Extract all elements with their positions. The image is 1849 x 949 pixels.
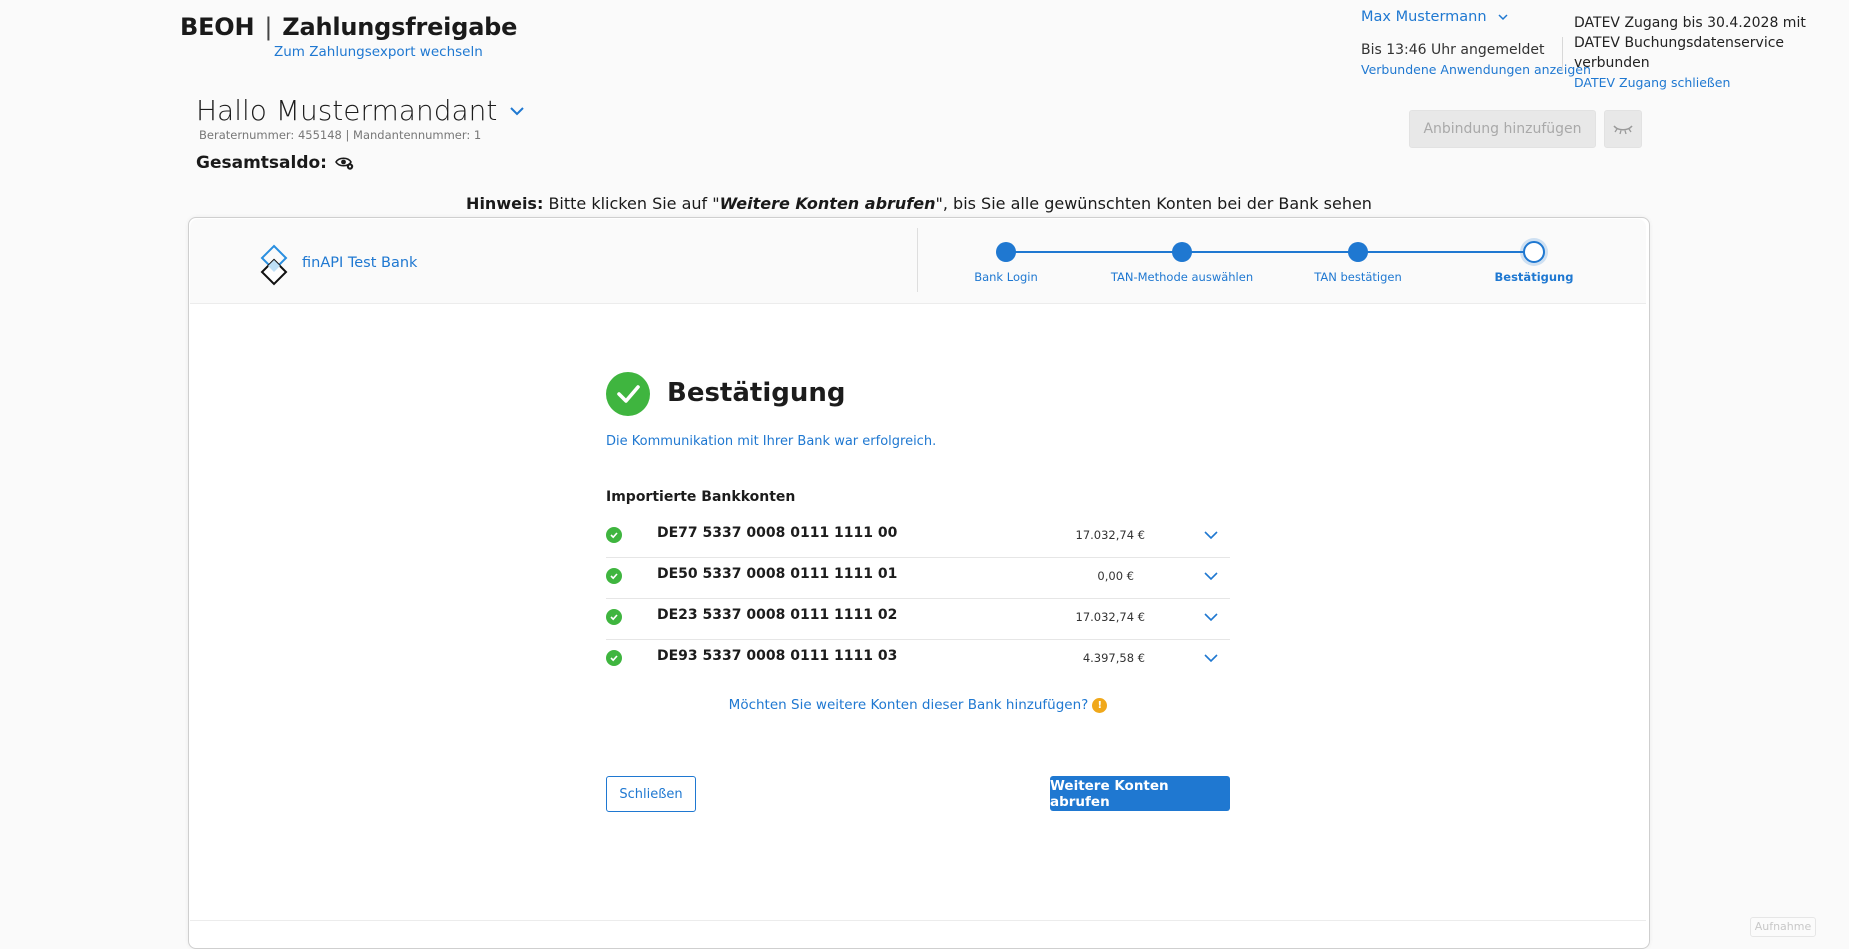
- chevron-down-icon: [1498, 14, 1508, 21]
- account-row: DE23 5337 0008 0111 1111 02 17.032,74 €: [606, 598, 1230, 640]
- step-dot-tan-method: [1172, 242, 1192, 262]
- user-name: Max Mustermann: [1361, 9, 1487, 25]
- account-iban: DE23 5337 0008 0111 1111 02: [657, 607, 898, 623]
- hide-balance-button[interactable]: [1604, 110, 1642, 148]
- imported-accounts-title: Importierte Bankkonten: [606, 489, 796, 505]
- hint-banner: Hinweis: Bitte klicken Sie auf "Weitere …: [0, 194, 1838, 213]
- hint-label: Hinweis:: [466, 194, 544, 213]
- user-block: Max Mustermann Bis 13:46 Uhr angemeldet …: [1361, 6, 1591, 77]
- eye-settings-icon[interactable]: [335, 155, 355, 171]
- step-label-tan-confirm: TAN bestätigen: [1314, 270, 1402, 284]
- chevron-down-icon[interactable]: [1202, 608, 1220, 626]
- hint-emphasis: Weitere Konten abrufen: [719, 194, 936, 213]
- step-label-confirmation: Bestätigung: [1494, 270, 1574, 284]
- datev-close-link[interactable]: DATEV Zugang schließen: [1574, 73, 1824, 93]
- chevron-down-icon[interactable]: [1202, 526, 1220, 544]
- account-row: DE93 5337 0008 0111 1111 03 4.397,58 €: [606, 639, 1230, 680]
- app-title: Zahlungsfreigabe: [282, 13, 518, 41]
- switch-to-payment-export-link[interactable]: Zum Zahlungsexport wechseln: [274, 44, 483, 60]
- bank-logo-icon: [260, 244, 288, 286]
- step-label-tan-method: TAN-Methode auswählen: [1110, 270, 1254, 284]
- check-icon: [606, 568, 622, 584]
- chevron-down-icon[interactable]: [1202, 567, 1220, 585]
- more-accounts-link[interactable]: Möchten Sie weitere Konten dieser Bank h…: [729, 697, 1089, 713]
- chevron-down-icon: [510, 106, 525, 115]
- total-balance: Gesamtsaldo:: [196, 153, 355, 173]
- check-icon: [606, 609, 622, 625]
- recording-indicator: Aufnahme: [1750, 917, 1816, 937]
- datev-info: DATEV Zugang bis 30.4.2028 mit DATEV Buc…: [1574, 15, 1806, 71]
- step-dot-confirmation: [1523, 241, 1545, 263]
- account-amount: 17.032,74 €: [1075, 610, 1146, 624]
- add-connection-button[interactable]: Anbindung hinzufügen: [1409, 110, 1596, 148]
- chevron-down-icon[interactable]: [1202, 649, 1220, 667]
- brand-separator: |: [264, 13, 273, 41]
- confirmation-title: Bestätigung: [667, 378, 846, 408]
- card-footer-divider: [190, 920, 1646, 921]
- fetch-more-accounts-button[interactable]: Weitere Konten abrufen: [1050, 776, 1230, 811]
- account-iban: DE77 5337 0008 0111 1111 00: [657, 525, 898, 541]
- account-row: DE77 5337 0008 0111 1111 00 17.032,74 €: [606, 516, 1230, 558]
- user-menu[interactable]: Max Mustermann: [1361, 6, 1591, 28]
- bank-name: finAPI Test Bank: [302, 255, 418, 271]
- account-amount: 0,00 €: [1097, 569, 1134, 583]
- step-label-bank-login: Bank Login: [974, 270, 1038, 284]
- step-dot-bank-login: [996, 242, 1016, 262]
- balance-label: Gesamtsaldo:: [196, 153, 327, 173]
- datev-block: DATEV Zugang bis 30.4.2028 mit DATEV Buc…: [1574, 13, 1824, 93]
- brand-name: BEOH: [180, 13, 255, 41]
- hint-text-after: ", bis Sie alle gewünschten Konten bei d…: [935, 194, 1372, 213]
- account-iban: DE50 5337 0008 0111 1111 01: [657, 566, 898, 582]
- account-amount: 17.032,74 €: [1075, 528, 1146, 542]
- login-status: Bis 13:46 Uhr angemeldet: [1361, 42, 1545, 58]
- eye-closed-icon: [1613, 125, 1633, 135]
- card-header-divider: [917, 228, 918, 292]
- client-selector[interactable]: Hallo Mustermandant: [196, 94, 525, 127]
- confirmation-subtitle: Die Kommunikation mit Ihrer Bank war erf…: [606, 434, 937, 449]
- step-dot-tan-confirm: [1348, 242, 1368, 262]
- check-icon: [606, 527, 622, 543]
- check-icon: [606, 650, 622, 666]
- success-check-icon: [606, 372, 650, 416]
- close-button[interactable]: Schließen: [606, 776, 696, 812]
- account-iban: DE93 5337 0008 0111 1111 03: [657, 648, 898, 664]
- berater-info: Beraternummer: 455148 | Mandantennummer:…: [199, 128, 482, 142]
- stepper-line: [1006, 251, 1533, 253]
- hint-text-before: Bitte klicken Sie auf ": [543, 194, 720, 213]
- info-icon[interactable]: !: [1092, 698, 1108, 713]
- more-accounts-prompt: Möchten Sie weitere Konten dieser Bank h…: [606, 697, 1230, 713]
- app-brand: BEOH | Zahlungsfreigabe: [180, 13, 517, 41]
- connected-apps-link[interactable]: Verbundene Anwendungen anzeigen: [1361, 62, 1591, 77]
- greeting-text: Hallo Mustermandant: [196, 94, 498, 127]
- account-amount: 4.397,58 €: [1082, 651, 1145, 665]
- header-divider: [1562, 37, 1563, 71]
- account-row: DE50 5337 0008 0111 1111 01 0,00 €: [606, 557, 1230, 599]
